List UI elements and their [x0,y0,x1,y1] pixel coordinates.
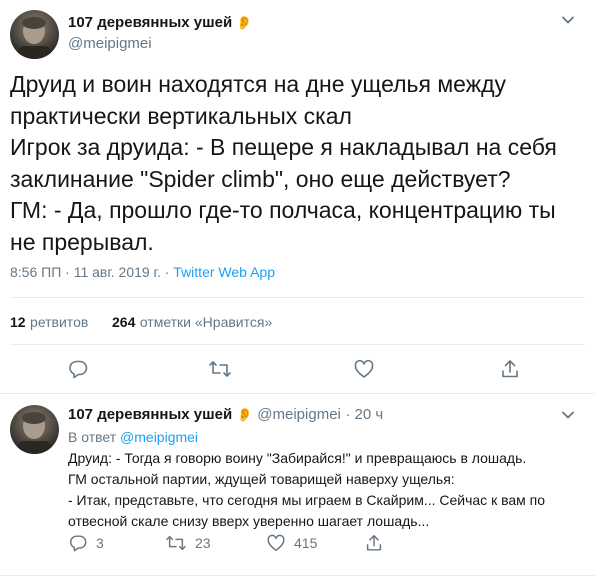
likes-stat[interactable]: 264 отметки «Нравится» [112,314,272,332]
chevron-down-icon[interactable] [560,407,576,423]
share-icon[interactable] [499,358,521,380]
reply-header: 107 деревянных ушей 👂 @meipigmei · 20 ч [68,406,383,424]
reply-icon[interactable] [68,533,88,553]
like-icon[interactable] [353,358,375,380]
reply-avatar[interactable] [10,405,59,454]
reply-to-handle[interactable]: @meipigmei [120,429,198,445]
divider [0,393,595,394]
divider [10,344,585,345]
reply-count: 3 [96,535,104,551]
reply-age[interactable]: · 20 ч [345,406,383,423]
divider [10,297,585,298]
author-name[interactable]: 107 деревянных ушей 👂 [68,14,253,31]
tweet-source-link[interactable]: Twitter Web App [173,264,275,280]
retweets-label: ретвитов [30,314,89,330]
ear-icon: 👂 [236,15,253,30]
author-handle[interactable]: @meipigmei [68,35,152,52]
retweet-icon[interactable] [208,358,232,380]
reply-to: В ответ @meipigmei [68,429,198,445]
share-icon[interactable] [364,533,384,553]
tweet-meta: 8:56 ПП · 11 авг. 2019 г. · Twitter Web … [10,264,275,280]
like-count: 415 [294,535,318,551]
reply-text: Друид: - Тогда я говорю воину "Забирайся… [68,450,546,529]
chevron-down-icon[interactable] [560,12,576,28]
ear-icon: 👂 [236,407,253,422]
tweet-time[interactable]: 8:56 ПП · 11 авг. 2019 г. · [10,264,169,280]
reply-author-name[interactable]: 107 деревянных ушей [68,406,232,423]
like-icon[interactable] [266,533,286,553]
likes-count: 264 [112,314,136,330]
reply-icon[interactable] [67,358,89,380]
reply-author-handle[interactable]: @meipigmei [257,406,341,423]
retweets-count: 12 [10,314,26,330]
likes-label: отметки «Нравится» [139,314,273,330]
author-display-name[interactable]: 107 деревянных ушей [68,14,232,31]
reply-prefix: В ответ [68,429,117,445]
divider [0,575,595,576]
tweet-text: Друид и воин находятся на дне ущелья меж… [10,71,557,255]
avatar[interactable] [10,10,59,59]
retweets-stat[interactable]: 12 ретвитов [10,314,88,332]
retweet-icon[interactable] [165,533,187,553]
retweet-count: 23 [195,535,211,551]
